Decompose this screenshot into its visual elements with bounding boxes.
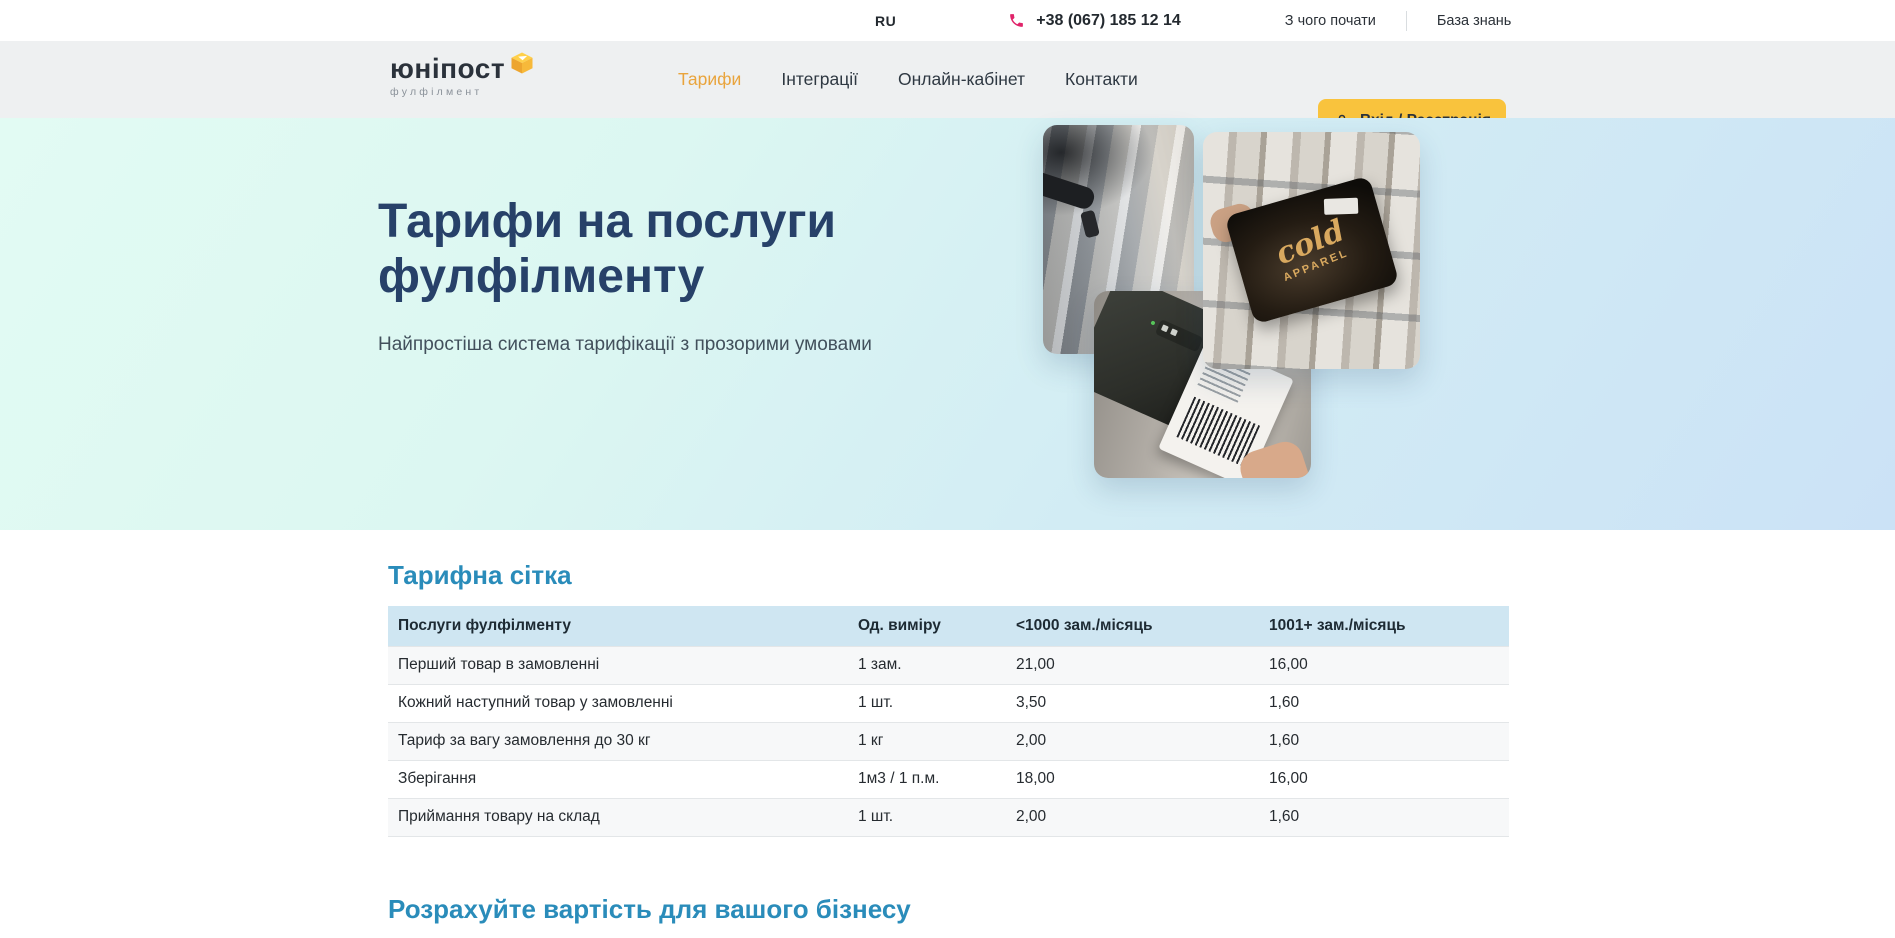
table-header-row: Послуги фулфілменту Од. виміру <1000 зам… [388,606,1509,646]
cell-unit: 1м3 / 1 п.м. [848,760,1006,798]
cell-price-low: 18,00 [1006,760,1259,798]
table-row: Приймання товару на склад 1 шт. 2,00 1,6… [388,798,1509,836]
nav-item-integrations[interactable]: Інтеграції [781,69,858,90]
cell-unit: 1 шт. [848,684,1006,722]
scanner-arm-shape [1043,169,1097,212]
cell-price-high: 16,00 [1259,646,1509,684]
pricing-section-title: Тарифна сітка [388,530,1895,591]
main-content: Тарифна сітка Послуги фулфілменту Од. ви… [0,530,1895,925]
topbar-divider [1406,11,1407,31]
topbar: RU +38 (067) 185 12 14 З чого почати Баз… [0,0,1895,41]
photo-parcel-apparel: cold APPAREL [1203,132,1420,369]
cell-price-low: 2,00 [1006,722,1259,760]
cube-icon [510,51,534,75]
col-header-unit: Од. виміру [848,606,1006,646]
cell-service: Перший товар в замовленні [388,646,848,684]
topbar-link-knowledge-base[interactable]: База знань [1437,13,1511,29]
col-header-service: Послуги фулфілменту [388,606,848,646]
col-header-under-1000: <1000 зам./місяць [1006,606,1259,646]
phone-number: +38 (067) 185 12 14 [1036,12,1181,30]
col-header-over-1001: 1001+ зам./місяць [1259,606,1509,646]
cell-price-low: 3,50 [1006,684,1259,722]
cell-unit: 1 кг [848,722,1006,760]
parcel-shipping-label [1324,198,1359,215]
cell-unit: 1 шт. [848,798,1006,836]
cell-service: Тариф за вагу замовлення до 30 кг [388,722,848,760]
logo[interactable]: юніпост фулфілмент [390,55,534,98]
barcode-scanner-shape [1080,210,1100,239]
calculator-section-title: Розрахуйте вартість для вашого бізнесу [388,894,1895,925]
table-row: Перший товар в замовленні 1 зам. 21,00 1… [388,646,1509,684]
hero-section: Тарифи на послуги фулфілменту Найпростіш… [0,118,1895,530]
nav-item-online-cabinet[interactable]: Онлайн-кабінет [898,69,1025,90]
table-row: Тариф за вагу замовлення до 30 кг 1 кг 2… [388,722,1509,760]
logo-tagline: фулфілмент [390,86,534,98]
black-parcel: cold APPAREL [1224,175,1399,324]
site-header: юніпост фулфілмент Тарифи Інтеграції Онл… [0,41,1895,118]
cell-service: Зберігання [388,760,848,798]
cell-price-high: 1,60 [1259,798,1509,836]
page-subtitle: Найпростіша система тарифікації з прозор… [378,334,872,356]
page-title: Тарифи на послуги фулфілменту [378,195,938,304]
printer-led [1150,320,1155,325]
nav-item-contacts[interactable]: Контакти [1065,69,1138,90]
language-switcher[interactable]: RU [875,13,896,29]
cell-price-low: 2,00 [1006,798,1259,836]
logo-wordmark: юніпост [390,55,505,83]
nav-item-tariffs[interactable]: Тарифи [678,69,741,90]
cell-unit: 1 зам. [848,646,1006,684]
main-nav: Тарифи Інтеграції Онлайн-кабінет Контакт… [678,41,1178,118]
cell-price-high: 1,60 [1259,722,1509,760]
cell-price-low: 21,00 [1006,646,1259,684]
cell-price-high: 1,60 [1259,684,1509,722]
pricing-table: Послуги фулфілменту Од. виміру <1000 зам… [388,606,1509,837]
table-row: Зберігання 1м3 / 1 п.м. 18,00 16,00 [388,760,1509,798]
cell-price-high: 16,00 [1259,760,1509,798]
phone-icon [1008,12,1025,29]
cell-service: Приймання товару на склад [388,798,848,836]
phone-link[interactable]: +38 (067) 185 12 14 [1008,12,1181,30]
topbar-link-getting-started[interactable]: З чого почати [1285,13,1376,29]
table-row: Кожний наступний товар у замовленні 1 шт… [388,684,1509,722]
cell-service: Кожний наступний товар у замовленні [388,684,848,722]
